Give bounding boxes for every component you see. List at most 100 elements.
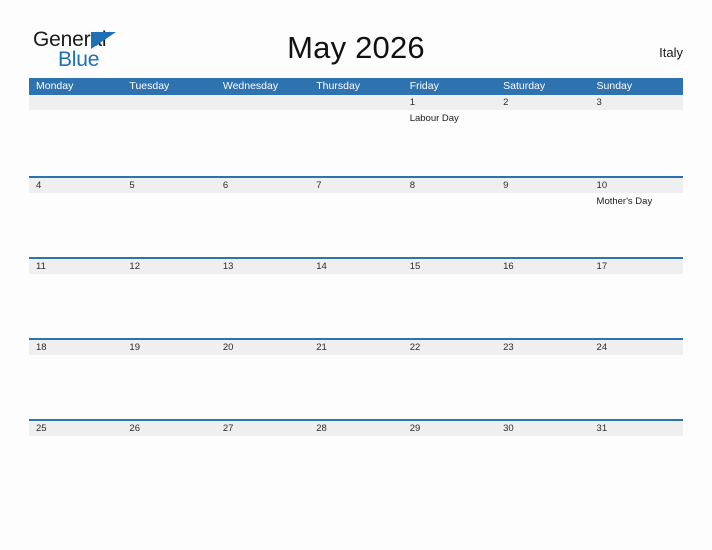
week-body-row: Mother's Day — [29, 193, 683, 257]
date-number-7[interactable]: 7 — [309, 178, 402, 193]
day-cell-21[interactable] — [309, 355, 402, 419]
date-number-13[interactable]: 13 — [216, 259, 309, 274]
day-header-friday: Friday — [409, 80, 439, 92]
date-number-2[interactable]: 2 — [496, 95, 589, 110]
day-cell-18[interactable] — [29, 355, 122, 419]
day-header-tuesday: Tuesday — [129, 80, 170, 92]
date-number-23[interactable]: 23 — [496, 340, 589, 355]
calendar-week-row: 1 2 3 Labour Day — [29, 95, 683, 176]
date-number-22[interactable]: 22 — [403, 340, 496, 355]
day-cell-empty — [309, 110, 402, 174]
page-header: General Blue May 2026 Italy — [0, 0, 712, 78]
week-body-row — [29, 355, 683, 419]
date-number-21[interactable]: 21 — [309, 340, 402, 355]
day-cell-12[interactable] — [122, 274, 215, 338]
date-number-17[interactable]: 17 — [590, 259, 683, 274]
holiday-event-label: Mother's Day — [596, 196, 653, 207]
date-number-20[interactable]: 20 — [216, 340, 309, 355]
date-number-28[interactable]: 28 — [309, 421, 402, 436]
date-number-12[interactable]: 12 — [122, 259, 215, 274]
day-cell-9[interactable] — [496, 193, 589, 257]
date-number-25[interactable]: 25 — [29, 421, 122, 436]
date-number-24[interactable]: 24 — [590, 340, 683, 355]
day-cell-empty — [29, 110, 122, 174]
day-cell-20[interactable] — [216, 355, 309, 419]
day-cell-7[interactable] — [309, 193, 402, 257]
day-cell-28[interactable] — [309, 436, 402, 500]
date-number-band: 11 12 13 14 15 16 17 — [29, 257, 683, 274]
week-body-row — [29, 274, 683, 338]
day-cell-empty — [122, 110, 215, 174]
date-number-empty — [29, 95, 122, 110]
day-cell-31[interactable] — [590, 436, 683, 500]
date-number-10[interactable]: 10 — [590, 178, 683, 193]
date-number-1[interactable]: 1 — [403, 95, 496, 110]
holiday-event-label: Labour Day — [409, 113, 459, 124]
day-cell-14[interactable] — [309, 274, 402, 338]
day-header-thursday: Thursday — [316, 80, 361, 92]
day-cell-15[interactable] — [403, 274, 496, 338]
day-cell-4[interactable] — [29, 193, 122, 257]
day-cell-17[interactable] — [590, 274, 683, 338]
date-number-26[interactable]: 26 — [122, 421, 215, 436]
date-number-empty — [216, 95, 309, 110]
date-number-empty — [122, 95, 215, 110]
day-cell-8[interactable] — [403, 193, 496, 257]
day-cell-24[interactable] — [590, 355, 683, 419]
date-number-19[interactable]: 19 — [122, 340, 215, 355]
day-cell-16[interactable] — [496, 274, 589, 338]
date-number-14[interactable]: 14 — [309, 259, 402, 274]
day-cell-30[interactable] — [496, 436, 589, 500]
day-cell-13[interactable] — [216, 274, 309, 338]
date-number-8[interactable]: 8 — [403, 178, 496, 193]
calendar-week-row: 18 19 20 21 22 23 24 — [29, 338, 683, 419]
date-number-6[interactable]: 6 — [216, 178, 309, 193]
date-number-30[interactable]: 30 — [496, 421, 589, 436]
date-number-16[interactable]: 16 — [496, 259, 589, 274]
day-cell-empty — [216, 110, 309, 174]
date-number-29[interactable]: 29 — [403, 421, 496, 436]
day-cell-29[interactable] — [403, 436, 496, 500]
calendar-week-row: 11 12 13 14 15 16 17 — [29, 257, 683, 338]
date-number-5[interactable]: 5 — [122, 178, 215, 193]
date-number-11[interactable]: 11 — [29, 259, 122, 274]
date-number-9[interactable]: 9 — [496, 178, 589, 193]
day-cell-3[interactable] — [590, 110, 683, 174]
date-number-18[interactable]: 18 — [29, 340, 122, 355]
page-title: May 2026 — [287, 30, 425, 65]
day-header-monday: Monday — [36, 80, 74, 92]
day-cell-2[interactable] — [496, 110, 589, 174]
day-of-week-header-row: Monday Tuesday Wednesday Thursday Friday Satu… — [29, 78, 683, 95]
day-header-wednesday: Wednesday — [222, 80, 279, 92]
calendar-weeks: 1 2 3 Labour Day 4 5 6 7 8 9 10 Mother's Day 11 12 13 1… — [29, 95, 683, 500]
date-number-3[interactable]: 3 — [590, 95, 683, 110]
day-cell-5[interactable] — [122, 193, 215, 257]
date-number-31[interactable]: 31 — [590, 421, 683, 436]
day-cell-19[interactable] — [122, 355, 215, 419]
day-cell-10[interactable]: Mother's Day — [590, 193, 683, 257]
day-cell-23[interactable] — [496, 355, 589, 419]
day-cell-22[interactable] — [403, 355, 496, 419]
day-header-saturday: Saturday — [503, 80, 546, 92]
day-cell-11[interactable] — [29, 274, 122, 338]
calendar-week-row: 25 26 27 28 29 30 31 — [29, 419, 683, 500]
calendar-week-row: 4 5 6 7 8 9 10 Mother's Day — [29, 176, 683, 257]
day-cell-27[interactable] — [216, 436, 309, 500]
date-number-27[interactable]: 27 — [216, 421, 309, 436]
date-number-15[interactable]: 15 — [403, 259, 496, 274]
date-number-band: 18 19 20 21 22 23 24 — [29, 338, 683, 355]
day-cell-6[interactable] — [216, 193, 309, 257]
date-number-empty — [309, 95, 402, 110]
date-number-band: 25 26 27 28 29 30 31 — [29, 419, 683, 436]
date-number-4[interactable]: 4 — [29, 178, 122, 193]
day-cell-1[interactable]: Labour Day — [403, 110, 496, 174]
day-header-sunday: Sunday — [596, 80, 633, 92]
calendar-grid: Monday Tuesday Wednesday Thursday Friday Satu… — [29, 78, 683, 500]
date-number-band: 123 — [29, 95, 683, 110]
country-label: Italy — [659, 45, 683, 60]
day-cell-26[interactable] — [122, 436, 215, 500]
day-cell-25[interactable] — [29, 436, 122, 500]
week-body-row: Labour Day — [29, 110, 683, 174]
week-body-row — [29, 436, 683, 500]
date-number-band: 4 5 6 7 8 9 10 — [29, 176, 683, 193]
